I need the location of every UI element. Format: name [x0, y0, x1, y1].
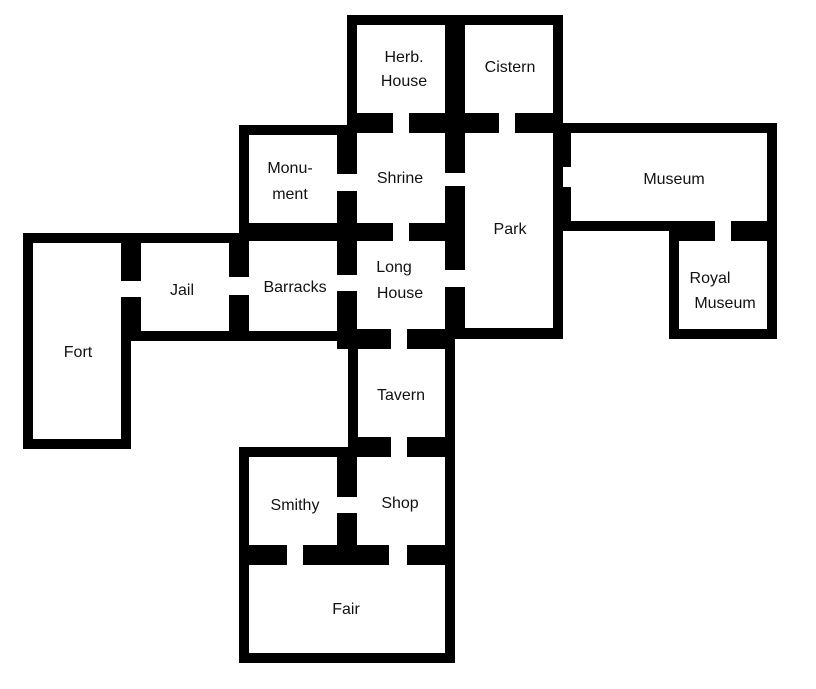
- room-tavern: Tavern: [377, 387, 425, 404]
- wall: [239, 223, 393, 241]
- room-fair: Fair: [332, 601, 360, 618]
- wall: [409, 113, 499, 133]
- room-museum: Museum: [643, 171, 704, 188]
- walls: [23, 15, 777, 663]
- wall: [229, 241, 249, 277]
- wall: [121, 331, 131, 449]
- wall: [337, 457, 357, 497]
- wall: [121, 243, 141, 281]
- room-smithy: Smithy: [271, 497, 320, 514]
- wall: [23, 439, 131, 449]
- wall: [239, 447, 357, 457]
- wall: [239, 545, 287, 565]
- wall: [23, 233, 239, 243]
- room-barracks: Barracks: [263, 279, 326, 296]
- wall: [407, 437, 455, 457]
- room-shrine: Shrine: [377, 170, 423, 187]
- wall: [669, 329, 777, 339]
- room-royal-museum: Royal Museum: [690, 270, 756, 312]
- wall: [731, 221, 777, 241]
- room-herb-house: Herb. House: [381, 49, 427, 90]
- room-fort: Fort: [64, 344, 93, 361]
- wall: [23, 233, 33, 449]
- wall: [445, 328, 563, 339]
- room-cistern: Cistern: [485, 59, 536, 76]
- wall: [121, 331, 357, 341]
- room-jail: Jail: [170, 282, 194, 299]
- wall: [669, 221, 679, 339]
- wall: [239, 653, 455, 663]
- room-long-house: Long House: [376, 259, 423, 302]
- room-shop: Shop: [381, 495, 418, 512]
- wall: [553, 133, 571, 167]
- wall: [563, 221, 669, 231]
- room-monument: Monu-ment: [267, 160, 312, 203]
- wall: [337, 125, 357, 174]
- wall: [445, 186, 465, 270]
- room-park: Park: [494, 221, 528, 238]
- wall: [445, 339, 455, 663]
- wall: [445, 15, 465, 173]
- floor-plan: Herb. House Cistern Monu-ment Shrine Muse…: [23, 15, 777, 663]
- wall: [303, 545, 389, 565]
- wall: [407, 545, 455, 565]
- wall: [553, 123, 777, 133]
